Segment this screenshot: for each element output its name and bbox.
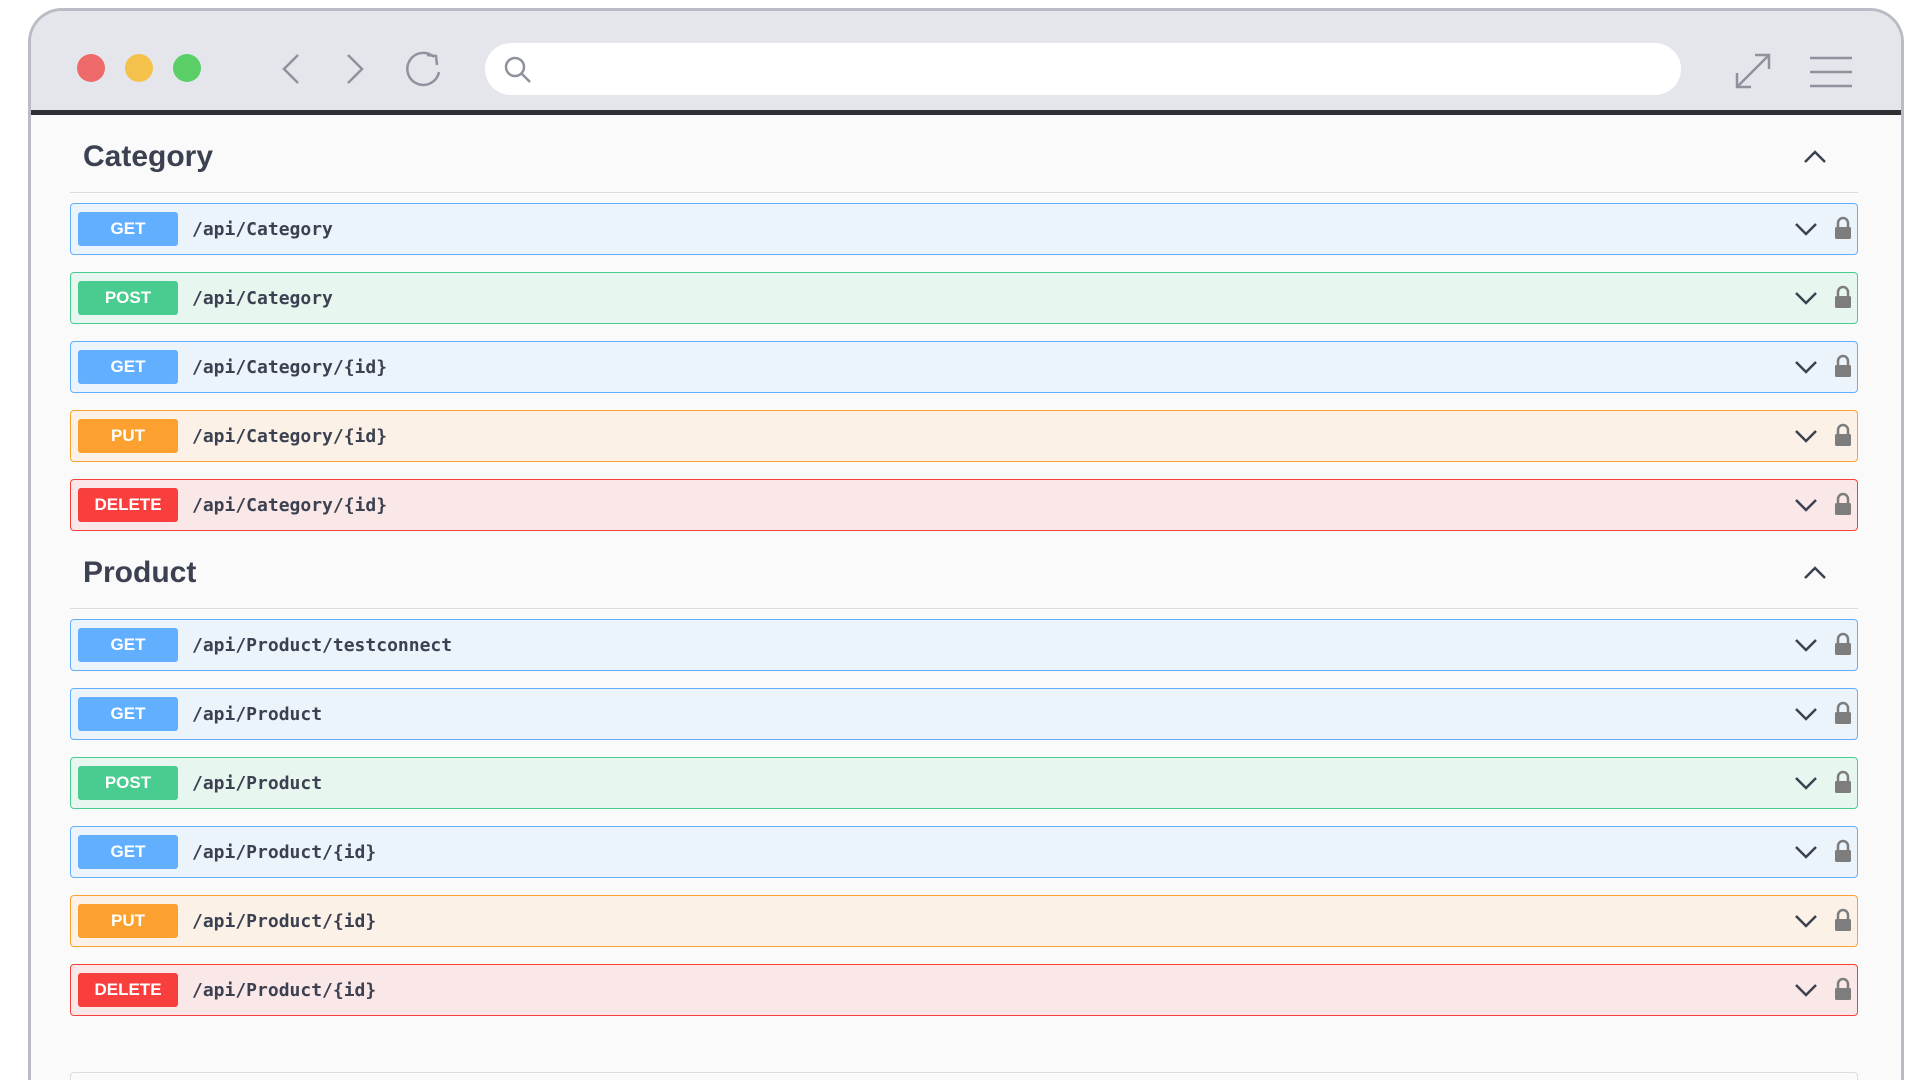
operation-path: /api/Category xyxy=(192,288,333,309)
operation-row[interactable]: DELETE /api/Product/{id} xyxy=(70,964,1858,1016)
lock-icon[interactable] xyxy=(1833,839,1853,863)
section-header-product[interactable]: Product xyxy=(70,536,1858,609)
section-title: Product xyxy=(83,556,197,589)
browser-window: Category GET /api/Category POST /api/Cat… xyxy=(28,8,1904,1080)
minimize-window-button[interactable] xyxy=(125,54,153,82)
operation-row[interactable]: GET /api/Product/{id} xyxy=(70,826,1858,878)
method-badge: GET xyxy=(78,697,178,731)
chevron-up-icon[interactable] xyxy=(1802,562,1828,582)
chevron-down-icon[interactable] xyxy=(1793,843,1819,861)
operation-row[interactable]: GET /api/Category xyxy=(70,203,1858,255)
lock-icon[interactable] xyxy=(1833,908,1853,932)
chevron-up-icon[interactable] xyxy=(1802,146,1828,166)
close-window-button[interactable] xyxy=(77,54,105,82)
hamburger-menu-icon[interactable] xyxy=(1808,55,1854,89)
lock-icon[interactable] xyxy=(1833,632,1853,656)
operation-path: /api/Product/testconnect xyxy=(192,635,453,656)
chevron-down-icon[interactable] xyxy=(1793,981,1819,999)
method-badge: GET xyxy=(78,350,178,384)
browser-toolbar xyxy=(31,11,1901,115)
operation-row[interactable]: PUT /api/Product/{id} xyxy=(70,895,1858,947)
back-button[interactable] xyxy=(271,49,311,89)
section-title: Category xyxy=(83,140,214,173)
chevron-down-icon[interactable] xyxy=(1793,358,1819,376)
chevron-down-icon[interactable] xyxy=(1793,496,1819,514)
lock-icon[interactable] xyxy=(1833,423,1853,447)
back-icon xyxy=(282,54,299,84)
method-badge: GET xyxy=(78,628,178,662)
reload-button[interactable] xyxy=(401,46,449,92)
method-badge: GET xyxy=(78,835,178,869)
forward-icon xyxy=(347,54,364,84)
method-badge: GET xyxy=(78,212,178,246)
chevron-down-icon[interactable] xyxy=(1793,427,1819,445)
operation-path: /api/Category/{id} xyxy=(192,357,388,378)
chevron-down-icon[interactable] xyxy=(1793,289,1819,307)
lock-icon[interactable] xyxy=(1833,285,1853,309)
api-docs-content: Category GET /api/Category POST /api/Cat… xyxy=(31,120,1901,1080)
operation-path: /api/Product xyxy=(192,704,323,725)
chevron-down-icon[interactable] xyxy=(1793,912,1819,930)
lock-icon[interactable] xyxy=(1833,354,1853,378)
address-input[interactable] xyxy=(549,51,1659,87)
chevron-down-icon[interactable] xyxy=(1793,220,1819,238)
method-badge: PUT xyxy=(78,904,178,938)
lock-icon[interactable] xyxy=(1833,216,1853,240)
next-section-edge xyxy=(70,1072,1858,1080)
chevron-down-icon[interactable] xyxy=(1793,705,1819,723)
operation-row[interactable]: POST /api/Product xyxy=(70,757,1858,809)
chevron-down-icon[interactable] xyxy=(1793,636,1819,654)
section-category: Category GET /api/Category POST /api/Cat… xyxy=(70,120,1858,531)
method-badge: POST xyxy=(78,766,178,800)
operation-path: /api/Product/{id} xyxy=(192,980,377,1001)
operation-path: /api/Product xyxy=(192,773,323,794)
method-badge: POST xyxy=(78,281,178,315)
reload-icon xyxy=(406,51,441,87)
section-product: Product GET /api/Product/testconnect GET… xyxy=(70,536,1858,1016)
method-badge: PUT xyxy=(78,419,178,453)
search-icon xyxy=(504,56,531,83)
expand-icon[interactable] xyxy=(1733,51,1773,91)
operation-row[interactable]: GET /api/Product xyxy=(70,688,1858,740)
operation-path: /api/Category xyxy=(192,219,333,240)
method-badge: DELETE xyxy=(78,973,178,1007)
method-badge: DELETE xyxy=(78,488,178,522)
lock-icon[interactable] xyxy=(1833,492,1853,516)
section-header-category[interactable]: Category xyxy=(70,120,1858,193)
operation-row[interactable]: GET /api/Category/{id} xyxy=(70,341,1858,393)
chevron-down-icon[interactable] xyxy=(1793,774,1819,792)
lock-icon[interactable] xyxy=(1833,701,1853,725)
maximize-window-button[interactable] xyxy=(173,54,201,82)
operation-row[interactable]: GET /api/Product/testconnect xyxy=(70,619,1858,671)
operation-path: /api/Product/{id} xyxy=(192,842,377,863)
operation-path: /api/Category/{id} xyxy=(192,495,388,516)
operation-path: /api/Product/{id} xyxy=(192,911,377,932)
lock-icon[interactable] xyxy=(1833,977,1853,1001)
operation-row[interactable]: POST /api/Category xyxy=(70,272,1858,324)
forward-button[interactable] xyxy=(335,49,375,89)
operation-row[interactable]: PUT /api/Category/{id} xyxy=(70,410,1858,462)
lock-icon[interactable] xyxy=(1833,770,1853,794)
address-bar[interactable] xyxy=(485,43,1681,95)
operation-row[interactable]: DELETE /api/Category/{id} xyxy=(70,479,1858,531)
operation-path: /api/Category/{id} xyxy=(192,426,388,447)
